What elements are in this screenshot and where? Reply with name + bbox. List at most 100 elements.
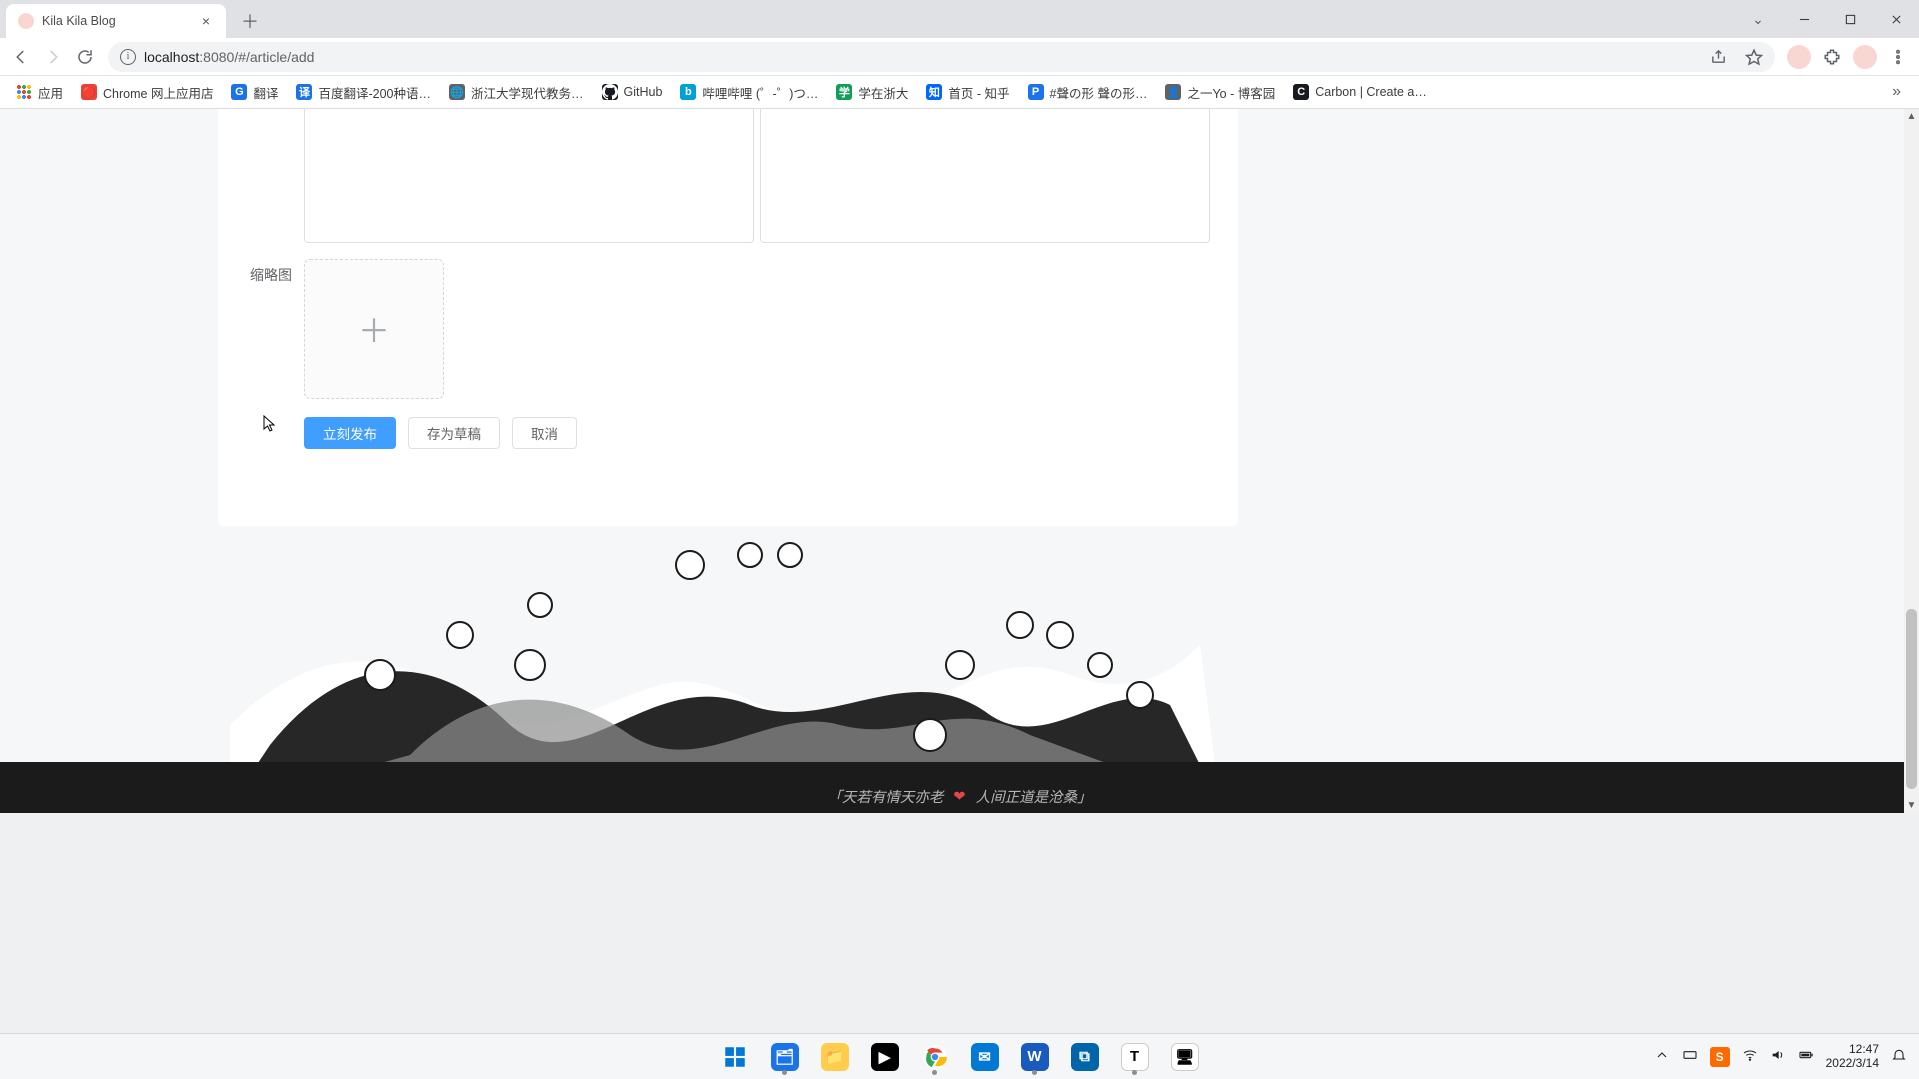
bookmark-1[interactable]: 🔴Chrome 网上应用店 (73, 78, 221, 106)
quote-left: 「天若有情天亦老 (827, 786, 943, 807)
bookmarks-overflow-icon[interactable]: » (1882, 83, 1911, 101)
taskbar-app-explorer[interactable]: 🗂 (765, 1037, 805, 1077)
bookmark-label: Chrome 网上应用店 (103, 83, 213, 102)
bookmark-10[interactable]: 👤之一Yo - 博客园 (1157, 78, 1283, 106)
bookmark-2[interactable]: G 翻译 (223, 78, 286, 106)
taskbar-clock[interactable]: 12:47 2022/3/14 (1826, 1043, 1879, 1071)
save-draft-button[interactable]: 存为草稿 (408, 417, 500, 449)
new-tab-button[interactable]: ＋ (236, 7, 264, 35)
tray-notifications-icon[interactable] (1891, 1047, 1907, 1066)
page-viewport: 缩略图 ＋ 立刻发布 存为草稿 取消 (0, 109, 1919, 813)
bookmark-label: 翻译 (253, 83, 278, 102)
bookmark-7[interactable]: 学学在浙大 (828, 78, 916, 106)
url-host: localhost:8080/#/article/add (144, 49, 314, 65)
tray-battery-icon[interactable] (1798, 1047, 1814, 1066)
window-minimize-button[interactable] (1781, 0, 1827, 38)
taskbar-app-word[interactable]: W (1015, 1037, 1055, 1077)
taskbar-app-vscode[interactable]: ⧉ (1065, 1037, 1105, 1077)
publish-button[interactable]: 立刻发布 (304, 417, 396, 449)
tray-wifi-icon[interactable] (1742, 1047, 1758, 1066)
taskbar-app-typora[interactable]: T (1115, 1037, 1155, 1077)
system-tray: S 12:47 2022/3/14 (1654, 1043, 1919, 1071)
site-info-icon[interactable]: i (120, 49, 136, 65)
bookmark-label: 之一Yo - 博客园 (1187, 83, 1275, 102)
windows-taskbar: 🗂 📁 ▶ ✉ W ⧉ T 🖥 S 12:47 2022/3/14 (0, 1033, 1919, 1079)
quote-right: 人间正道是沧桑」 (976, 786, 1092, 807)
browser-tab[interactable]: Kila Kila Blog × (6, 4, 226, 38)
scroll-thumb[interactable] (1906, 609, 1917, 789)
bookmark-icon: 知 (926, 84, 942, 100)
page-footer: 「天若有情天亦老 ❤ 人间正道是沧桑」 网站已经运行了 72 天 4 小时 47… (0, 762, 1919, 813)
bookmark-9[interactable]: P#聲の形 聲の形… (1020, 78, 1156, 106)
thumbnail-upload[interactable]: ＋ (304, 259, 444, 399)
window-close-button[interactable] (1873, 0, 1919, 38)
nav-reload-button[interactable] (70, 42, 100, 72)
page-scrollbar[interactable]: ▲ ▼ (1904, 109, 1919, 813)
start-button[interactable] (715, 1037, 755, 1077)
editor-row (304, 109, 1210, 243)
github-icon (602, 84, 618, 100)
bookmark-label: 浙江大学现代教务… (471, 83, 584, 102)
bookmark-icon: b (680, 84, 696, 100)
markdown-editor-pane[interactable] (304, 109, 754, 243)
nav-back-button[interactable] (6, 42, 36, 72)
taskbar-app-files[interactable]: 📁 (815, 1037, 855, 1077)
bookmark-label: 百度翻译-200种语… (318, 83, 431, 102)
bookmark-label: 首页 - 知乎 (948, 83, 1009, 102)
browser-menu-icon[interactable] (1883, 42, 1913, 72)
share-icon[interactable] (1710, 48, 1727, 65)
bookmark-6[interactable]: b 哔哩哔哩 (゜-゜)つ… (672, 78, 826, 106)
user-avatar-icon[interactable] (1787, 45, 1811, 69)
bookmark-icon: G (231, 84, 247, 100)
footer-illustration (0, 525, 1919, 765)
bookmark-icon: P (1028, 84, 1044, 100)
browser-toolbar: i localhost:8080/#/article/add (0, 38, 1919, 76)
taskbar-app-media[interactable]: ▶ (865, 1037, 905, 1077)
tab-favicon (18, 13, 34, 29)
mouse-cursor-icon (263, 415, 276, 433)
tab-title: Kila Kila Blog (42, 14, 116, 28)
article-form-card: 缩略图 ＋ 立刻发布 存为草稿 取消 (218, 109, 1238, 526)
scroll-up-icon[interactable]: ▲ (1904, 109, 1919, 124)
bookmark-4[interactable]: 🌐浙江大学现代教务… (441, 78, 592, 106)
bookmark-icon: C (1293, 84, 1309, 100)
url-bar[interactable]: i localhost:8080/#/article/add (108, 42, 1775, 72)
tab-close-icon[interactable]: × (198, 13, 214, 29)
clock-time: 12:47 (1826, 1043, 1879, 1057)
taskbar-app-chrome[interactable] (915, 1037, 955, 1077)
taskbar-apps: 🗂 📁 ▶ ✉ W ⧉ T 🖥 (715, 1037, 1205, 1077)
taskbar-app-display[interactable]: 🖥 (1165, 1037, 1205, 1077)
extensions-icon[interactable] (1817, 42, 1847, 72)
plus-icon: ＋ (358, 306, 390, 352)
window-titlebar: Kila Kila Blog × ＋ ⌄ (0, 0, 1919, 38)
preview-pane (760, 109, 1210, 243)
bookmark-icon: 译 (296, 84, 312, 100)
bookmark-3[interactable]: 译百度翻译-200种语… (288, 78, 439, 106)
bookmark-star-icon[interactable] (1745, 48, 1763, 66)
bookmarks-bar: 应用🔴Chrome 网上应用店G翻译译百度翻译-200种语…🌐浙江大学现代教务…… (0, 76, 1919, 109)
bookmark-icon: 学 (836, 84, 852, 100)
bookmark-label: 学在浙大 (858, 83, 908, 102)
taskbar-app-mail[interactable]: ✉ (965, 1037, 1005, 1077)
profile-avatar-icon[interactable] (1853, 45, 1877, 69)
bookmark-label: 哔哩哔哩 (゜-゜)つ… (702, 83, 818, 102)
tray-keyboard-icon[interactable] (1682, 1047, 1698, 1066)
window-maximize-button[interactable] (1827, 0, 1873, 38)
tray-ime-icon[interactable]: S (1710, 1047, 1730, 1067)
bookmark-8[interactable]: 知首页 - 知乎 (918, 78, 1017, 106)
tray-volume-icon[interactable] (1770, 1047, 1786, 1066)
bookmark-11[interactable]: C Carbon | Create a… (1285, 78, 1435, 106)
bookmark-label: Carbon | Create a… (1315, 85, 1427, 99)
form-actions: 立刻发布 存为草稿 取消 (304, 417, 577, 449)
nav-forward-button[interactable] (38, 42, 68, 72)
bookmark-label: GitHub (624, 85, 663, 99)
apps-grid-icon (16, 84, 32, 100)
desktop-background (0, 813, 1919, 1046)
thumbnail-label: 缩略图 (218, 259, 304, 285)
tabs-dropdown-icon[interactable]: ⌄ (1735, 0, 1781, 38)
scroll-down-icon[interactable]: ▼ (1904, 798, 1919, 813)
tray-chevron-icon[interactable] (1654, 1047, 1670, 1066)
cancel-button[interactable]: 取消 (512, 417, 577, 449)
bookmark-5[interactable]: GitHub (594, 78, 671, 106)
bookmark-0[interactable]: 应用 (8, 78, 71, 106)
